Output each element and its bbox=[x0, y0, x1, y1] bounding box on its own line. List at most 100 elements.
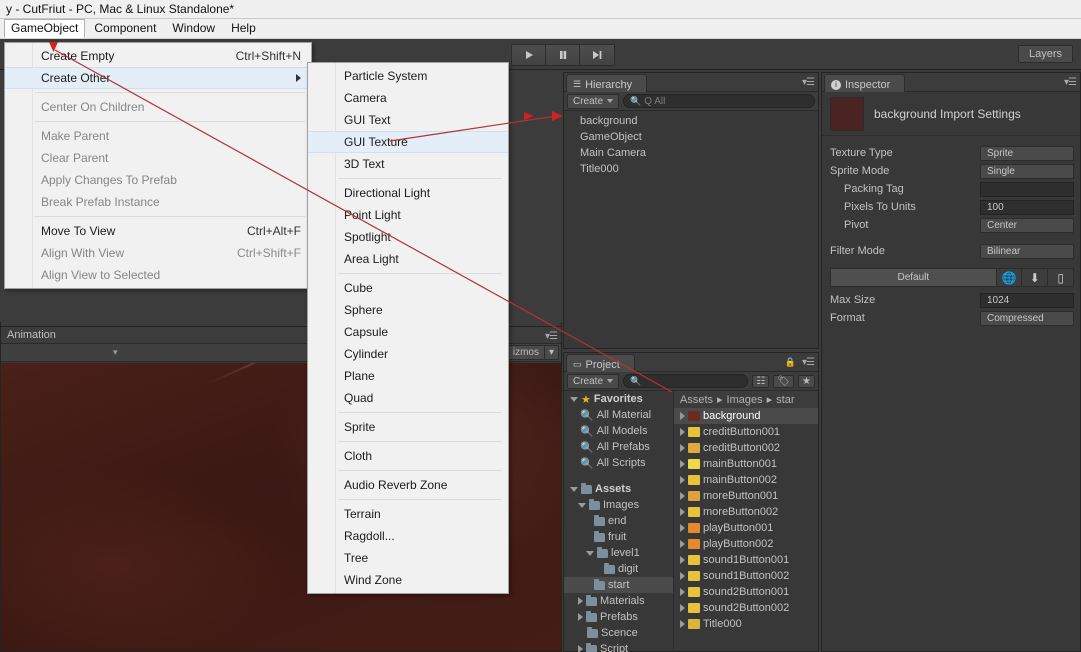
chevron-right-icon[interactable] bbox=[680, 412, 685, 420]
asset-row-morebutton001[interactable]: moreButton001 bbox=[674, 488, 818, 504]
property-texture-type[interactable]: Texture Type Sprite bbox=[822, 144, 1080, 162]
asset-row-title000[interactable]: Title000 bbox=[674, 616, 818, 632]
project-search-input[interactable]: 🔍 bbox=[623, 374, 749, 388]
property-packing-tag[interactable]: Packing Tag bbox=[822, 180, 1080, 198]
asset-row-playbutton002[interactable]: playButton002 bbox=[674, 536, 818, 552]
filter-mode-dropdown[interactable]: Bilinear bbox=[980, 243, 1074, 259]
menu-gameobject-button[interactable]: GameObject bbox=[4, 19, 86, 38]
format-dropdown[interactable]: Compressed bbox=[980, 310, 1074, 326]
asset-row-background[interactable]: background bbox=[674, 408, 818, 424]
favorite-all-scripts[interactable]: 🔍 All Scripts bbox=[564, 455, 673, 471]
tab-inspector[interactable]: i Inspector bbox=[824, 74, 906, 92]
chevron-right-icon[interactable] bbox=[680, 572, 685, 580]
menuitem-create-other[interactable]: Create Other bbox=[5, 67, 311, 89]
download-icon[interactable]: ⬇ bbox=[1022, 268, 1049, 287]
favorite-all-material[interactable]: 🔍 All Material bbox=[564, 407, 673, 423]
menuitem-cloth[interactable]: Cloth bbox=[308, 445, 508, 467]
menuitem-tree[interactable]: Tree bbox=[308, 547, 508, 569]
assets-root[interactable]: Assets bbox=[564, 481, 673, 497]
hierarchy-item-gameobject[interactable]: GameObject bbox=[564, 129, 818, 145]
pixels-to-units-input[interactable]: 100 bbox=[980, 199, 1074, 215]
layers-dropdown[interactable]: Layers bbox=[1017, 45, 1073, 63]
breadcrumb-assets[interactable]: Assets bbox=[680, 394, 713, 406]
asset-row-sound2button001[interactable]: sound2Button001 bbox=[674, 584, 818, 600]
asset-row-creditbutton001[interactable]: creditButton001 bbox=[674, 424, 818, 440]
menuitem-directional-light[interactable]: Directional Light bbox=[308, 182, 508, 204]
folder-script[interactable]: Script bbox=[564, 641, 673, 652]
chevron-right-icon[interactable] bbox=[680, 604, 685, 612]
menuitem-gui-text[interactable]: GUI Text bbox=[308, 109, 508, 131]
hierarchy-item-title000[interactable]: Title000 bbox=[564, 161, 818, 177]
menuitem-area-light[interactable]: Area Light bbox=[308, 248, 508, 270]
asset-row-sound1button001[interactable]: sound1Button001 bbox=[674, 552, 818, 568]
property-sprite-mode[interactable]: Sprite Mode Single bbox=[822, 162, 1080, 180]
property-max-size[interactable]: Max Size 1024 bbox=[822, 291, 1080, 309]
tab-hierarchy[interactable]: ☰ Hierarchy bbox=[566, 74, 648, 92]
asset-row-mainbutton001[interactable]: mainButton001 bbox=[674, 456, 818, 472]
chevron-right-icon[interactable] bbox=[680, 492, 685, 500]
asset-row-sound2button002[interactable]: sound2Button002 bbox=[674, 600, 818, 616]
sprite-mode-dropdown[interactable]: Single bbox=[980, 163, 1074, 179]
panel-menu-icon[interactable]: ▾☰ bbox=[545, 331, 558, 342]
menuitem-3d-text[interactable]: 3D Text bbox=[308, 153, 508, 175]
favorites-header[interactable]: ★ Favorites bbox=[564, 391, 673, 407]
menuitem-capsule[interactable]: Capsule bbox=[308, 321, 508, 343]
menuitem-cube[interactable]: Cube bbox=[308, 277, 508, 299]
property-filter-mode[interactable]: Filter Mode Bilinear bbox=[822, 242, 1080, 260]
menuitem-audio-reverb-zone[interactable]: Audio Reverb Zone bbox=[308, 474, 508, 496]
menu-window-button[interactable]: Window bbox=[165, 19, 222, 38]
menuitem-create-empty[interactable]: Create Empty Ctrl+Shift+N bbox=[5, 45, 311, 67]
asset-row-playbutton001[interactable]: playButton001 bbox=[674, 520, 818, 536]
max-size-dropdown[interactable]: 1024 bbox=[980, 292, 1074, 308]
folder-digit[interactable]: digit bbox=[564, 561, 673, 577]
menuitem-sphere[interactable]: Sphere bbox=[308, 299, 508, 321]
project-create-button[interactable]: Create bbox=[567, 373, 620, 389]
menuitem-particle-system[interactable]: Particle System bbox=[308, 65, 508, 87]
asset-row-mainbutton002[interactable]: mainButton002 bbox=[674, 472, 818, 488]
favorite-star-icon[interactable]: ★ bbox=[798, 374, 815, 388]
tab-project[interactable]: ▭ Project bbox=[566, 354, 635, 372]
menuitem-ragdoll[interactable]: Ragdoll... bbox=[308, 525, 508, 547]
property-pivot[interactable]: Pivot Center bbox=[822, 216, 1080, 234]
menuitem-move-to-view[interactable]: Move To View Ctrl+Alt+F bbox=[5, 220, 311, 242]
folder-images[interactable]: Images bbox=[564, 497, 673, 513]
breadcrumb-images[interactable]: Images bbox=[727, 394, 763, 406]
chevron-right-icon[interactable] bbox=[680, 524, 685, 532]
chevron-right-icon[interactable] bbox=[680, 588, 685, 596]
folder-level1[interactable]: level1 bbox=[564, 545, 673, 561]
menuitem-quad[interactable]: Quad bbox=[308, 387, 508, 409]
filter-by-type-icon[interactable]: ☷ bbox=[752, 374, 770, 388]
menuitem-point-light[interactable]: Point Light bbox=[308, 204, 508, 226]
folder-prefabs[interactable]: Prefabs bbox=[564, 609, 673, 625]
chevron-right-icon[interactable] bbox=[680, 508, 685, 516]
chevron-right-icon[interactable] bbox=[680, 556, 685, 564]
platform-tab-default[interactable]: Default bbox=[830, 268, 997, 287]
chevron-right-icon[interactable] bbox=[680, 540, 685, 548]
packing-tag-input[interactable] bbox=[980, 181, 1074, 197]
asset-row-creditbutton002[interactable]: creditButton002 bbox=[674, 440, 818, 456]
menuitem-spotlight[interactable]: Spotlight bbox=[308, 226, 508, 248]
chevron-right-icon[interactable] bbox=[680, 428, 685, 436]
menuitem-sprite[interactable]: Sprite bbox=[308, 416, 508, 438]
property-format[interactable]: Format Compressed bbox=[822, 309, 1080, 327]
device-icon[interactable]: ▯ bbox=[1048, 268, 1075, 287]
folder-scence[interactable]: Scence bbox=[564, 625, 673, 641]
panel-menu-icon[interactable]: ▾☰ bbox=[802, 77, 815, 88]
step-button[interactable] bbox=[580, 45, 614, 65]
lock-icon[interactable]: 🔒 bbox=[785, 357, 796, 368]
chevron-right-icon[interactable] bbox=[680, 460, 685, 468]
gizmos-button[interactable]: izmos bbox=[506, 345, 545, 360]
property-pixels-to-units[interactable]: Pixels To Units 100 bbox=[822, 198, 1080, 216]
panel-menu-icon[interactable]: ▾☰ bbox=[802, 357, 815, 368]
menuitem-plane[interactable]: Plane bbox=[308, 365, 508, 387]
panel-menu-icon[interactable]: ▾☰ bbox=[1064, 77, 1077, 88]
filter-by-label-icon[interactable]: 🏷 bbox=[773, 374, 795, 388]
pivot-dropdown[interactable]: Center bbox=[980, 217, 1074, 233]
tab-animation[interactable]: Animation bbox=[7, 329, 56, 341]
asset-row-sound1button002[interactable]: sound1Button002 bbox=[674, 568, 818, 584]
hierarchy-create-button[interactable]: Create bbox=[567, 93, 620, 109]
folder-start[interactable]: start bbox=[564, 577, 673, 593]
gizmos-dropdown-icon[interactable]: ▾ bbox=[544, 345, 559, 360]
chevron-right-icon[interactable] bbox=[680, 444, 685, 452]
hierarchy-search-input[interactable]: 🔍 Q All bbox=[623, 94, 815, 108]
